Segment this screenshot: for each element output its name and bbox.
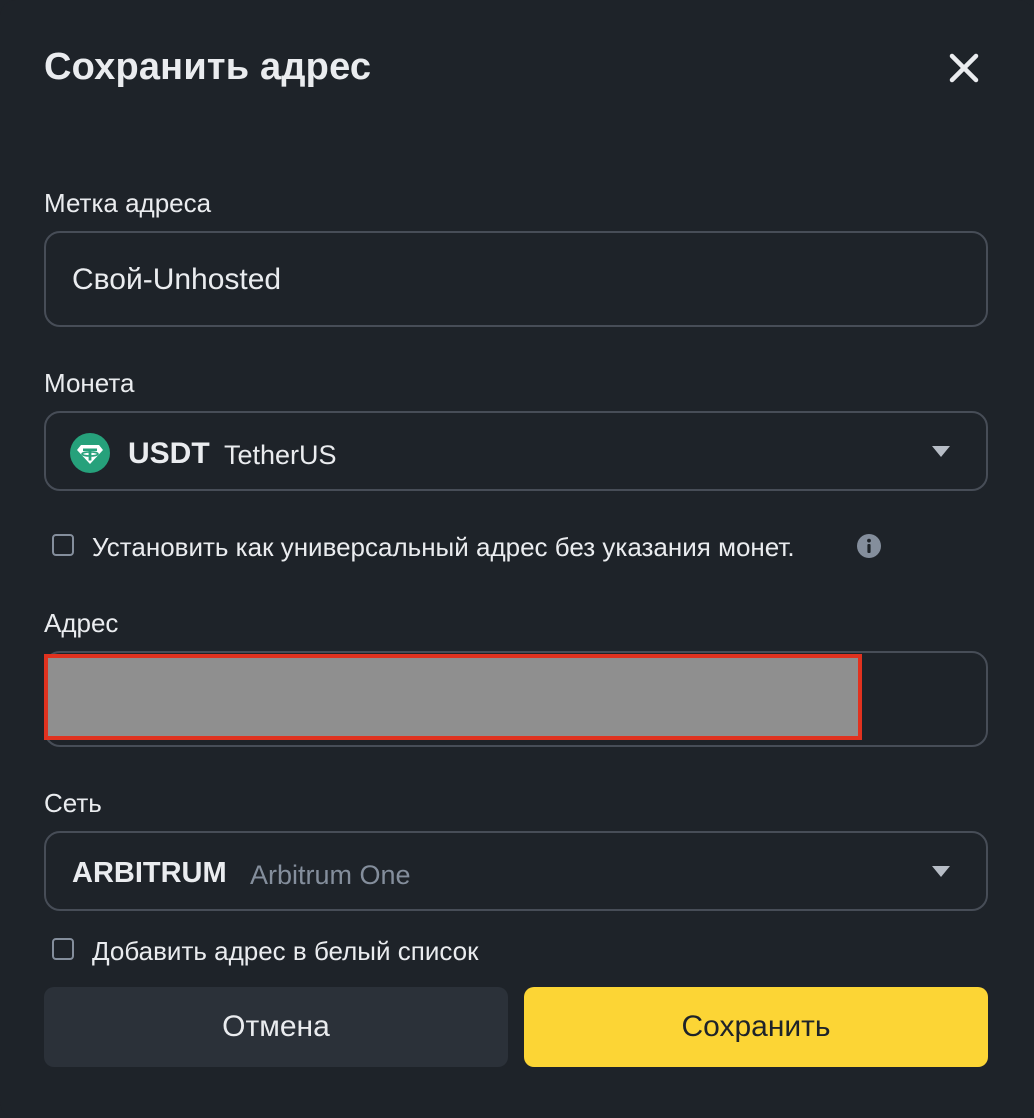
info-icon[interactable] xyxy=(857,534,881,558)
whitelist-label: Добавить адрес в белый список xyxy=(92,936,479,966)
address-label-value: Свой-Unhosted xyxy=(72,263,282,296)
network-select[interactable]: ARBITRUM Arbitrum One xyxy=(44,831,988,911)
tether-icon xyxy=(70,433,110,473)
save-button[interactable]: Сохранить xyxy=(524,987,988,1067)
caret-down-icon xyxy=(932,446,950,457)
close-button[interactable] xyxy=(944,48,984,88)
address-label-input[interactable]: Свой-Unhosted xyxy=(44,231,988,327)
cancel-button[interactable]: Отмена xyxy=(44,987,508,1067)
network-caption: Сеть xyxy=(44,788,102,818)
dialog-title: Сохранить адрес xyxy=(44,46,372,88)
save-address-dialog: Сохранить адрес Метка адреса Свой-Unhost… xyxy=(0,0,1034,1118)
coin-symbol: USDT xyxy=(128,437,210,470)
redacted-address xyxy=(44,654,862,740)
coin-caption: Монета xyxy=(44,368,135,398)
coin-name: TetherUS xyxy=(224,440,337,470)
whitelist-checkbox[interactable] xyxy=(52,938,74,960)
network-name: Arbitrum One xyxy=(250,860,411,890)
universal-address-label: Установить как универсальный адрес без у… xyxy=(92,532,795,562)
caret-down-icon xyxy=(932,866,950,877)
coin-select[interactable]: USDT TetherUS xyxy=(44,411,988,491)
universal-address-checkbox[interactable] xyxy=(52,534,74,556)
network-code: ARBITRUM xyxy=(72,857,227,889)
close-icon xyxy=(949,53,979,83)
address-label-caption: Метка адреса xyxy=(44,188,212,218)
address-caption: Адрес xyxy=(44,608,119,638)
